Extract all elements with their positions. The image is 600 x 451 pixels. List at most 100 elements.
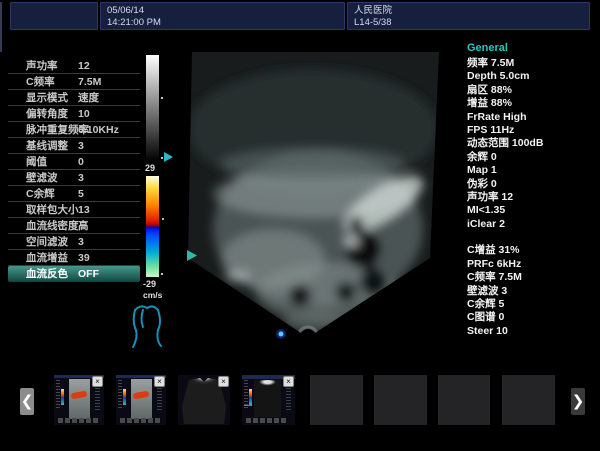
info-line-fps: FPS 11Hz bbox=[467, 124, 599, 137]
param-row-packet-size[interactable]: 取样包大小 13 bbox=[8, 202, 140, 218]
hospital-name: 人民医院 bbox=[354, 5, 589, 17]
param-row-acoustic-power[interactable]: 声功率 12 bbox=[8, 58, 140, 74]
info-line-gain: 增益 88% bbox=[467, 97, 599, 110]
thumbnail-bmode-screen[interactable]: × bbox=[242, 375, 295, 425]
param-row-line-density[interactable]: 血流线密度 高 bbox=[8, 218, 140, 234]
param-label: C频率 bbox=[26, 74, 55, 90]
parameter-sidebar: 声功率 12 C频率 7.5M 显示模式 速度 偏转角度 10 脉冲重复频率 6… bbox=[8, 58, 140, 282]
param-row-prf[interactable]: 脉冲重复频率 6.10KHz bbox=[8, 122, 140, 138]
preset-title: General bbox=[467, 42, 599, 54]
info-line-c-frequency: C频率 7.5M bbox=[467, 271, 599, 284]
left-edge-strip bbox=[0, 2, 2, 52]
info-line-map: Map 1 bbox=[467, 164, 599, 177]
empty-thumbnail-slot bbox=[502, 375, 555, 425]
empty-thumbnail-slot bbox=[310, 375, 363, 425]
info-line-frrate: FrRate High bbox=[467, 111, 599, 124]
param-label: C余辉 bbox=[26, 186, 55, 202]
param-value: 0 bbox=[78, 154, 84, 170]
param-value: 7.5M bbox=[78, 74, 101, 90]
param-label: 血流线密度 bbox=[26, 218, 79, 234]
mini-text-left bbox=[56, 380, 60, 408]
gain-marker-dot bbox=[161, 97, 163, 99]
image-info-panel: General 频率 7.5M Depth 5.0cm 扇区 88% 增益 88… bbox=[467, 42, 599, 338]
active-mode-arrow-icon bbox=[164, 152, 173, 162]
param-value: 13 bbox=[78, 202, 90, 218]
mini-colorbar bbox=[249, 389, 252, 405]
param-value: OFF bbox=[78, 266, 99, 282]
param-row-display-mode[interactable]: 显示模式 速度 bbox=[8, 90, 140, 106]
mini-text-left bbox=[244, 380, 248, 408]
mini-probe-arc bbox=[254, 380, 281, 390]
mini-filmstrip bbox=[58, 418, 100, 423]
param-label: 血流反色 bbox=[26, 266, 68, 282]
mini-filmstrip bbox=[246, 418, 288, 423]
top-bar: 05/06/14 14:21:00 PM 人民医院 L14-5/38 bbox=[10, 2, 590, 30]
param-value: 6.10KHz bbox=[78, 122, 119, 138]
scroll-left-button[interactable]: ❮ bbox=[20, 388, 34, 415]
close-icon[interactable]: × bbox=[283, 376, 294, 387]
mini-colorbar bbox=[123, 389, 126, 405]
velocity-max-label: 29 bbox=[145, 163, 155, 173]
close-icon[interactable]: × bbox=[154, 376, 165, 387]
param-row-c-persistence[interactable]: C余辉 5 bbox=[8, 186, 140, 202]
param-label: 基线调整 bbox=[26, 138, 68, 154]
info-line-frequency: 频率 7.5M bbox=[467, 57, 599, 70]
param-row-flow-gain[interactable]: 血流增益 39 bbox=[8, 250, 140, 266]
marker-dot bbox=[161, 273, 163, 275]
param-value: 3 bbox=[78, 234, 84, 250]
info-line-depth: Depth 5.0cm bbox=[467, 70, 599, 83]
param-label: 声功率 bbox=[26, 58, 58, 74]
param-row-threshold[interactable]: 阈值 0 bbox=[8, 154, 140, 170]
param-label: 偏转角度 bbox=[26, 106, 68, 122]
info-line-prfc: PRFc 6kHz bbox=[467, 258, 599, 271]
body-marker-icon bbox=[128, 300, 168, 350]
param-row-steer-angle[interactable]: 偏转角度 10 bbox=[8, 106, 140, 122]
velocity-min-label: -29 bbox=[143, 279, 156, 289]
param-row-wall-filter[interactable]: 壁滤波 3 bbox=[8, 170, 140, 186]
mini-image bbox=[131, 379, 152, 419]
param-value: 5 bbox=[78, 186, 84, 202]
time-text: 14:21:00 PM bbox=[107, 17, 344, 29]
close-icon[interactable]: × bbox=[92, 376, 103, 387]
date-text: 05/06/14 bbox=[107, 5, 344, 17]
param-label: 空间滤波 bbox=[26, 234, 68, 250]
param-row-baseline[interactable]: 基线调整 3 bbox=[8, 138, 140, 154]
doppler-color-bar bbox=[146, 176, 159, 277]
thumbnail-doppler-1[interactable]: × bbox=[54, 375, 104, 425]
grayscale-bar bbox=[146, 55, 159, 161]
param-row-spatial-filter[interactable]: 空间滤波 3 bbox=[8, 234, 140, 250]
mini-image bbox=[69, 379, 90, 419]
marker-dot bbox=[161, 157, 163, 159]
info-line-c-map: C图谱 0 bbox=[467, 311, 599, 324]
thumbnail-probe-image[interactable]: × bbox=[178, 375, 230, 425]
close-icon[interactable]: × bbox=[218, 376, 229, 387]
scroll-right-button[interactable]: ❯ bbox=[571, 388, 585, 415]
info-line-power: 声功率 12 bbox=[467, 191, 599, 204]
info-line-c-persistence: C余辉 5 bbox=[467, 298, 599, 311]
param-value: 3 bbox=[78, 138, 84, 154]
param-value: 39 bbox=[78, 250, 90, 266]
info-line-iclear: iClear 2 bbox=[467, 218, 599, 231]
info-line-wall-filter: 壁滤波 3 bbox=[467, 285, 599, 298]
param-row-flow-invert[interactable]: 血流反色 OFF bbox=[8, 266, 140, 282]
param-value: 高 bbox=[78, 218, 89, 234]
datetime-cell: 05/06/14 14:21:00 PM bbox=[100, 2, 345, 30]
velocity-unit-label: cm/s bbox=[143, 290, 162, 300]
info-line-c-gain: C增益 31% bbox=[467, 244, 599, 257]
param-value: 速度 bbox=[78, 90, 99, 106]
info-line-tint: 伪彩 0 bbox=[467, 178, 599, 191]
empty-thumbnail-slot bbox=[438, 375, 490, 425]
param-label: 阈值 bbox=[26, 154, 47, 170]
info-line-mi: MI<1.35 bbox=[467, 204, 599, 217]
param-row-c-frequency[interactable]: C频率 7.5M bbox=[8, 74, 140, 90]
param-label: 取样包大小 bbox=[26, 202, 79, 218]
thumbnail-doppler-2[interactable]: × bbox=[116, 375, 166, 425]
mini-doppler-flow bbox=[71, 391, 88, 400]
param-label: 壁滤波 bbox=[26, 170, 58, 186]
info-line-dynamic-range: 动态范围 100dB bbox=[467, 137, 599, 150]
film-strip: ❮ × × × bbox=[0, 375, 600, 435]
mini-image bbox=[254, 380, 281, 417]
param-label: 血流增益 bbox=[26, 250, 68, 266]
param-value: 12 bbox=[78, 58, 90, 74]
info-line-sector: 扇区 88% bbox=[467, 84, 599, 97]
